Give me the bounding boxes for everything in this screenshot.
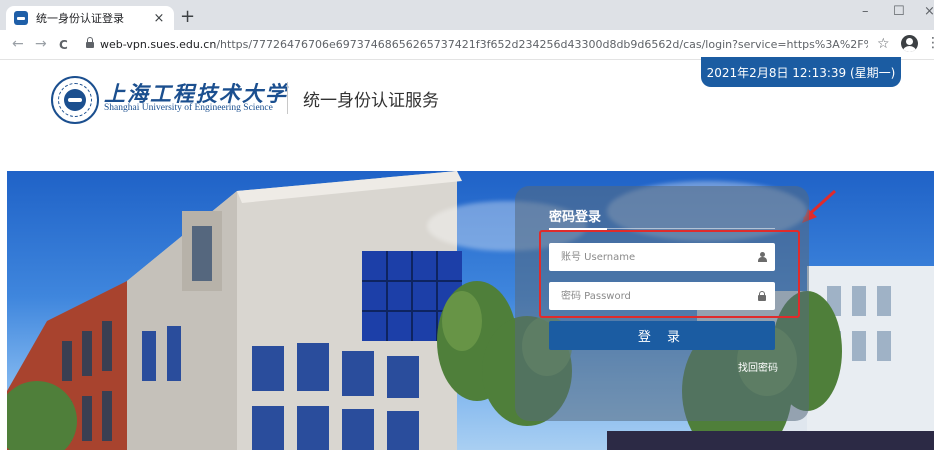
login-tab-password[interactable]: 密码登录 xyxy=(549,206,601,225)
annotation-highlight-box xyxy=(539,230,800,318)
window-maximize-button[interactable]: ☐ xyxy=(893,4,905,19)
address-bar[interactable]: web-vpn.sues.edu.cn/https/77726476706e69… xyxy=(100,38,868,51)
url-host: web-vpn.sues.edu.cn xyxy=(100,38,217,51)
forgot-password-link[interactable]: 找回密码 xyxy=(738,359,778,374)
header-divider xyxy=(287,82,288,114)
university-name-en: Shanghai University of Engineering Scien… xyxy=(104,103,273,113)
new-tab-button[interactable]: + xyxy=(180,8,195,26)
tab-title: 统一身份认证登录 xyxy=(36,12,124,25)
reload-button[interactable]: C xyxy=(59,37,68,53)
bookmark-star-icon[interactable]: ☆ xyxy=(877,36,890,52)
login-button[interactable]: 登 录 xyxy=(549,321,775,350)
site-favicon-icon xyxy=(14,11,28,25)
university-emblem-icon xyxy=(51,76,99,124)
lock-icon[interactable] xyxy=(86,37,94,49)
forward-button[interactable]: → xyxy=(35,36,47,52)
tab-close-icon[interactable]: × xyxy=(152,11,166,26)
datetime-badge: 2021年2月8日 12:13:39 (星期一) xyxy=(701,57,901,87)
browser-menu-icon[interactable]: ⋮ xyxy=(926,36,934,50)
window-minimize-button[interactable]: – xyxy=(862,4,869,19)
url-path: /https/77726476706e69737468656265737421f… xyxy=(216,38,868,51)
window-close-button[interactable]: × xyxy=(924,4,934,19)
browser-tab-strip: 统一身份认证登录 × + – ☐ × xyxy=(0,0,934,30)
back-button[interactable]: ← xyxy=(12,36,24,52)
page-title: 统一身份认证服务 xyxy=(303,91,439,111)
tab-divider xyxy=(607,228,775,229)
browser-tab[interactable]: 统一身份认证登录 × xyxy=(6,6,174,30)
browser-toolbar: ← → C web-vpn.sues.edu.cn/https/77726476… xyxy=(0,30,934,60)
profile-avatar-icon[interactable] xyxy=(901,35,918,52)
